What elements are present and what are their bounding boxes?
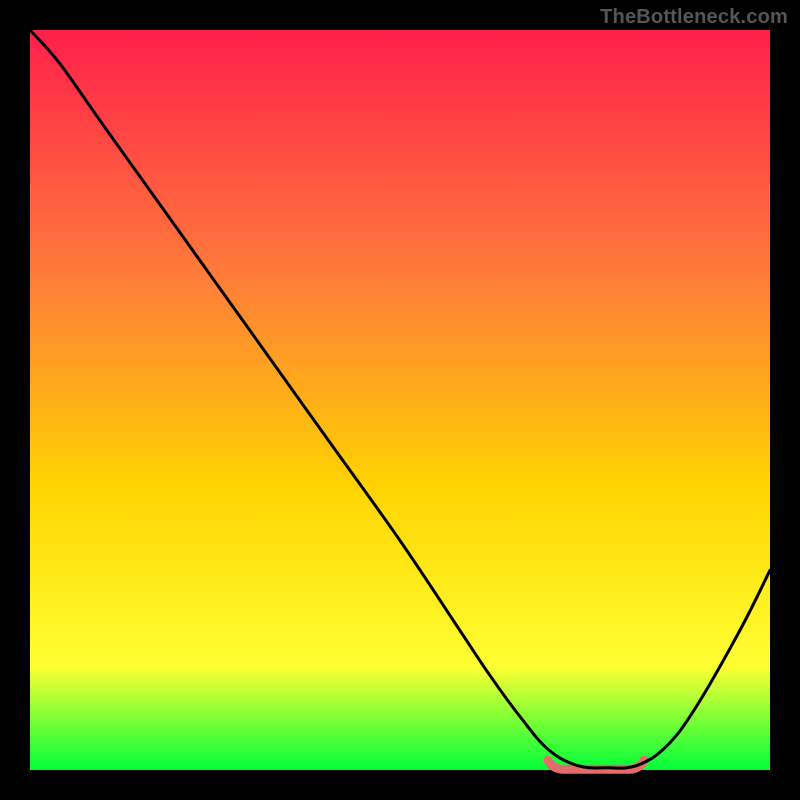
watermark-text: TheBottleneck.com bbox=[600, 6, 788, 29]
bottleneck-chart bbox=[0, 0, 800, 800]
chart-frame: { "watermark": "TheBottleneck.com", "col… bbox=[0, 0, 800, 800]
plot-background bbox=[30, 30, 770, 770]
